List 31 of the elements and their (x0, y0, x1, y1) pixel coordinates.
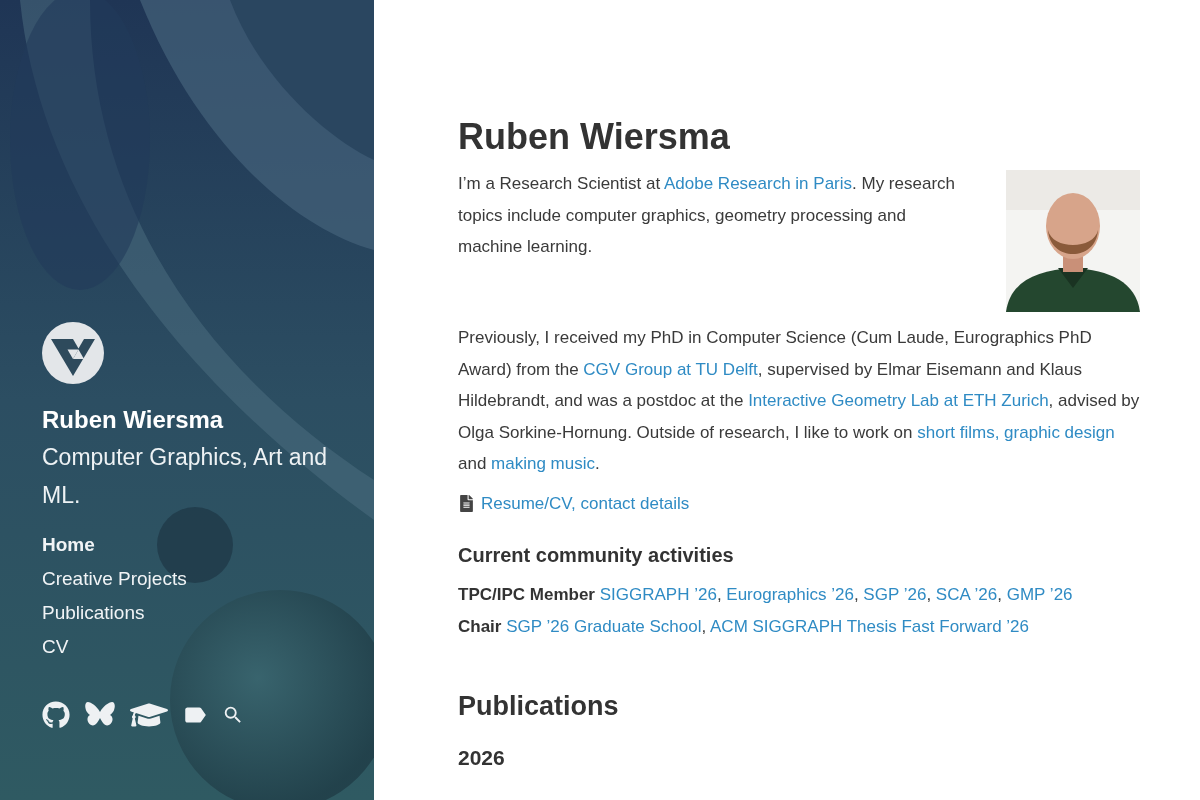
event-link[interactable]: GMP ’26 (1006, 584, 1073, 604)
event-link[interactable]: SCA ’26 (935, 584, 998, 604)
activity-line: Chair SGP ’26 Graduate School, ACM SIGGRAPH Thesis Fast Forward ’26 (458, 615, 1031, 638)
event-link[interactable]: ACM SIGGRAPH Thesis Fast Forward ’26 (710, 616, 1030, 636)
event-link[interactable]: Eurographics ’26 (726, 584, 854, 604)
search-icon[interactable] (222, 704, 244, 726)
github-icon[interactable] (42, 701, 70, 729)
activity-line: TPC/IPC Member SIGGRAPH ’26, Eurographics ’26, SGP ’26, SCA ’26, GMP ’26 (458, 583, 1074, 606)
event-link[interactable]: SGP ’26 Graduate School (506, 616, 702, 636)
text-link[interactable]: CGV Group at TU Delft (583, 359, 758, 379)
cv-link[interactable]: Resume/CV, contact details (481, 493, 690, 514)
section-heading: Current community activities (458, 543, 735, 567)
page-title: Ruben Wiersma (458, 116, 731, 158)
site-tagline: Computer Graphics, Art and ML. (42, 443, 329, 510)
year-heading: 2026 (458, 745, 506, 770)
nav-link[interactable]: CV (42, 636, 344, 658)
section-heading: Publications (458, 690, 620, 722)
bio-paragraph: Previously, I received my PhD in Computer Science (Cum Laude, Eurographics PhD Award) from the CGV Group at TU Delft, supervised by Elmar Eisemann and Klaus Hildebrandt, and was a postdoc at the Interactive Geometry Lab at ETH Zurich, advised by Olga Sorkine-Hornung. Outside of research, I like to work on short films, graphic design and making music. (458, 327, 1140, 475)
text-link[interactable]: making music (491, 454, 595, 473)
nav-link[interactable]: Home (42, 534, 344, 556)
event-link[interactable]: SIGGRAPH ’26 (599, 584, 717, 604)
bio-paragraph: I’m a Research Scientist at Adobe Research in Paris. My research topics include computer graphics, geometry processing and machine learning. (458, 173, 956, 258)
nav-link[interactable]: Publications (42, 602, 344, 624)
logo-icon[interactable] (42, 322, 104, 384)
text-link[interactable]: Interactive Geometry Lab at ETH Zurich (748, 391, 1049, 410)
text-link[interactable]: Adobe Research in Paris (664, 174, 853, 193)
nav-link[interactable]: Creative Projects (42, 568, 344, 590)
document-icon (458, 495, 475, 512)
event-link[interactable]: SGP ’26 (863, 584, 927, 604)
site-name: Ruben Wiersma (42, 406, 225, 434)
text-link[interactable]: short films, graphic design (917, 422, 1115, 442)
